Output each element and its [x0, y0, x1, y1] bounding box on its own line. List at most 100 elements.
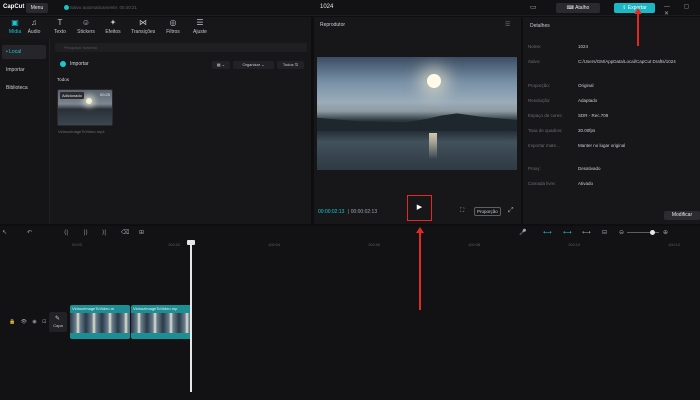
detail-label: Importar mate...	[528, 143, 560, 148]
split-icon[interactable]: ⟨|	[64, 229, 68, 236]
thumb-duration: 00:25	[99, 92, 110, 97]
crop-icon[interactable]: ⊞	[139, 229, 144, 236]
layout-icon[interactable]: ▭	[530, 3, 537, 11]
tab-ajuste[interactable]: ☰ Ajuste	[188, 17, 212, 35]
preview-axis-icon[interactable]: ⟷	[582, 229, 591, 236]
player-menu-icon[interactable]: ☰	[505, 21, 510, 28]
select-tool-icon[interactable]: ↖	[2, 229, 7, 236]
clip-label: VidnozImageToVideo.mp	[133, 306, 178, 311]
edit-icon: ✎	[55, 316, 61, 322]
moon-image	[427, 74, 441, 88]
cover-label: Capa	[53, 323, 63, 328]
detail-label: Salvo:	[528, 59, 541, 64]
undo-icon[interactable]: ↶	[27, 229, 32, 236]
timeline-ruler[interactable]: 00:00 100:02 100:04 100:06 100:08 100:10…	[70, 242, 700, 250]
link-icon[interactable]: ⟷	[563, 229, 572, 236]
tab-stickers[interactable]: ☺ Stickers	[74, 17, 98, 35]
media-sidebar: • Local Importar Biblioteca	[0, 39, 50, 224]
sidebar-item-biblioteca[interactable]: Biblioteca	[2, 81, 46, 95]
ruler-tick: 100:06	[368, 242, 381, 247]
zoom-out-icon[interactable]: ⊖	[619, 229, 624, 236]
split-view-icon[interactable]: ⊟	[602, 229, 607, 236]
clip-filmstrip	[70, 313, 130, 333]
tab-label: Texto	[54, 29, 66, 35]
fullscreen-icon[interactable]: ⤢	[508, 207, 514, 215]
detail-label: Nome:	[528, 44, 542, 49]
ruler-tick: 00:00	[72, 242, 83, 247]
moon-image	[86, 98, 92, 104]
ruler-tick: 100:12	[668, 242, 681, 247]
annotation-arrow	[634, 8, 642, 46]
filter-dropdown[interactable]: Todos ⇅	[277, 61, 304, 69]
tab-filtros[interactable]: ◎ Filtros	[161, 17, 185, 35]
player-title: Reprodutor	[320, 22, 346, 28]
details-title: Detalhes	[530, 23, 550, 29]
detail-value: Desativado	[578, 166, 601, 171]
zoom-in-icon[interactable]: ⊕	[663, 229, 668, 236]
clip-filmstrip	[131, 313, 192, 333]
total-timecode: | 00:00:02:13	[348, 209, 378, 215]
detail-value: Adaptado	[578, 98, 598, 103]
aspect-ratio-button[interactable]: Proporção	[474, 207, 501, 216]
tab-label: Ajuste	[193, 29, 207, 35]
detail-label: Resolução:	[528, 98, 551, 103]
window-controls[interactable]: — ▢ ✕	[664, 3, 700, 17]
tab-label: Áudio	[27, 29, 41, 35]
clip-label: VidnozImageToVideo.m	[72, 306, 115, 311]
detail-value: Ativado	[578, 181, 594, 186]
shortcut-button[interactable]: ⌨ Atalho	[556, 3, 600, 13]
organize-dropdown[interactable]: Organizar ⌄	[233, 61, 274, 69]
timeline-clip[interactable]: VidnozImageToVideo.mp	[131, 305, 192, 339]
total-time-value: 00:00:02:13	[350, 209, 378, 215]
media-search-input[interactable]: Pesquisar material	[55, 43, 307, 52]
tab-transicoes[interactable]: ⋈ Transições	[131, 17, 155, 35]
detail-label: Espaço de cores:	[528, 113, 563, 118]
tab-efeitos[interactable]: ✦ Efeitos	[101, 17, 125, 35]
detail-label: Camada livre:	[528, 181, 556, 186]
transition-icon: ⋈	[139, 18, 147, 27]
sidebar-item-local[interactable]: • Local	[2, 45, 46, 59]
shortcut-label: Atalho	[575, 5, 590, 11]
modify-button[interactable]: Modificar	[664, 211, 700, 220]
tab-texto[interactable]: T Texto	[48, 17, 72, 35]
zoom-slider-handle[interactable]	[650, 230, 655, 235]
trim-left-icon[interactable]: |⟩	[84, 229, 88, 236]
delete-icon[interactable]: ⌫	[121, 229, 129, 236]
section-label: Todos	[57, 77, 70, 82]
timeline-clip[interactable]: VidnozImageToVideo.m	[70, 305, 130, 339]
magnet-icon[interactable]: ⟷	[543, 229, 552, 236]
detail-label: Proporção:	[528, 83, 551, 88]
thumb-filename: VidnozImageToVideo.mp4	[58, 129, 105, 134]
sidebar-item-importar[interactable]: Importar	[2, 63, 46, 77]
menu-button[interactable]: Menu	[26, 3, 48, 13]
track-controls[interactable]: 🔒 👁 ◉ ⊡	[9, 319, 48, 325]
annotation-arrow	[416, 227, 424, 310]
filter-icon: ◎	[169, 18, 177, 27]
text-icon: T	[57, 18, 63, 27]
tab-label: Efeitos	[105, 29, 121, 35]
playhead[interactable]	[190, 240, 192, 392]
autosave-status: Salvo automaticamente: 00:40:21	[70, 5, 138, 10]
media-thumbnail[interactable]: Adicionado 00:25	[57, 89, 113, 126]
project-title: 1024	[320, 4, 334, 10]
ruler-tick: 100:02	[168, 242, 181, 247]
detail-value: Manter no lugar original	[578, 143, 626, 148]
added-badge: Adicionado	[60, 92, 84, 99]
moon-reflection	[429, 133, 437, 159]
trim-right-icon[interactable]: ⟩|	[102, 229, 106, 236]
video-preview	[317, 57, 517, 170]
sticker-icon: ☺	[81, 18, 91, 27]
view-toggle-button[interactable]: ▦ ⌄	[212, 61, 230, 69]
tab-label: Mídia	[8, 29, 22, 35]
tab-audio[interactable]: ♫ Áudio	[22, 17, 46, 35]
play-button[interactable]: ▶	[407, 195, 432, 221]
import-icon	[60, 61, 66, 67]
microphone-icon[interactable]: 🎤	[519, 229, 526, 236]
cover-button[interactable]: ✎ Capa	[49, 312, 67, 332]
fit-screen-icon[interactable]: ⛶	[460, 208, 464, 215]
app-logo: CapCut	[3, 4, 25, 10]
music-icon: ♫	[31, 18, 37, 27]
media-toolbar: ▣ Mídia ♫ Áudio T Texto ☺ Stickers ✦ Efeitos …	[0, 17, 311, 39]
tab-label: Transições	[131, 29, 156, 35]
import-button[interactable]: Importar	[70, 61, 89, 67]
